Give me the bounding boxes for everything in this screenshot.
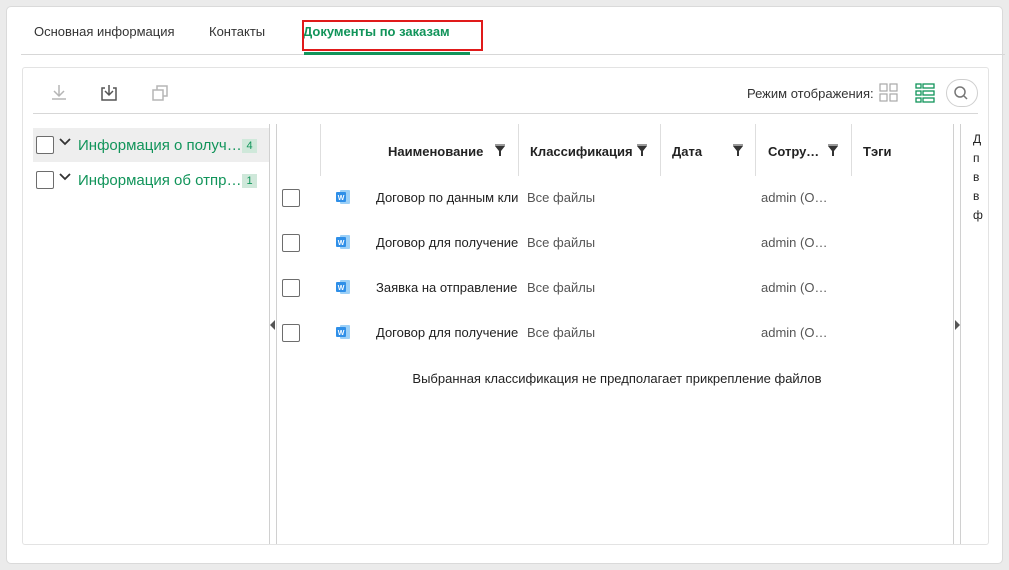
svg-text:W: W xyxy=(338,330,345,337)
table-row[interactable]: W Договор для получение Все файлы admin … xyxy=(278,221,956,266)
svg-text:W: W xyxy=(338,195,345,202)
grid-header: Наименование Классификация Дата Сотрудни… xyxy=(278,124,956,176)
tree-item-recipient-info[interactable]: Информация о получателе 4 xyxy=(33,128,269,162)
cell-employee: admin (О… xyxy=(761,280,828,295)
filter-icon[interactable] xyxy=(827,144,839,158)
documents-panel: Режим отображения: Информация о получате… xyxy=(22,67,989,545)
tree-item-label[interactable]: Информация об отправителе xyxy=(78,172,243,189)
tree-item-sender-info[interactable]: Информация об отправителе 1 xyxy=(33,163,269,197)
row-checkbox[interactable] xyxy=(282,234,300,252)
row-checkbox[interactable] xyxy=(282,324,300,342)
filter-icon[interactable] xyxy=(494,144,506,158)
tiles-view-icon[interactable] xyxy=(878,82,900,104)
table-row[interactable]: W Договор по данным клиента Все файлы ad… xyxy=(278,176,956,221)
classification-note: Выбранная классификация не предполагает … xyxy=(412,371,822,386)
side-panel-text: Д п в в ф xyxy=(973,132,983,222)
column-header-date[interactable]: Дата xyxy=(672,144,702,159)
toolbar-divider xyxy=(33,113,978,114)
tab-main-info[interactable]: Основная информация xyxy=(34,17,175,54)
copy-icon[interactable] xyxy=(149,82,171,104)
download-to-box-icon[interactable] xyxy=(98,82,120,104)
list-view-icon[interactable] xyxy=(914,82,936,104)
search-button[interactable] xyxy=(946,79,978,107)
search-icon xyxy=(954,86,968,100)
download-icon[interactable] xyxy=(48,82,70,104)
cell-name[interactable]: Договор для получение xyxy=(376,325,518,340)
cell-employee: admin (О… xyxy=(761,190,828,205)
collapse-right-icon[interactable] xyxy=(955,320,960,330)
tree-checkbox[interactable] xyxy=(36,171,54,189)
tree-checkbox[interactable] xyxy=(36,136,54,154)
svg-text:W: W xyxy=(338,285,345,292)
tree-item-label[interactable]: Информация о получателе xyxy=(78,137,243,154)
collapse-left-icon[interactable] xyxy=(270,320,275,330)
chevron-down-icon[interactable] xyxy=(58,135,72,149)
cell-classification: Все файлы xyxy=(527,190,596,205)
cell-employee: admin (О… xyxy=(761,325,828,340)
toolbar: Режим отображения: xyxy=(23,68,990,114)
cell-classification: Все файлы xyxy=(527,280,596,295)
column-header-classification[interactable]: Классификация xyxy=(530,144,633,159)
filter-icon[interactable] xyxy=(636,144,648,158)
tab-highlight-box xyxy=(302,20,483,51)
cell-classification: Все файлы xyxy=(527,325,596,340)
tab-bar: Основная информация Контакты Документы п… xyxy=(21,17,1005,55)
word-document-icon: W xyxy=(336,235,350,249)
right-splitter[interactable] xyxy=(952,124,962,544)
chevron-down-icon[interactable] xyxy=(58,170,72,184)
filter-icon[interactable] xyxy=(732,144,744,158)
table-row[interactable]: W Договор для получение Все файлы admin … xyxy=(278,311,956,356)
left-splitter[interactable] xyxy=(268,124,278,544)
column-header-employee[interactable]: Сотрудник xyxy=(768,144,820,159)
svg-text:W: W xyxy=(338,240,345,247)
word-document-icon: W xyxy=(336,325,350,339)
table-row[interactable]: W Заявка на отправление Все файлы admin … xyxy=(278,266,956,311)
view-mode-label: Режим отображения: xyxy=(747,86,874,101)
cell-employee: admin (О… xyxy=(761,235,828,250)
word-document-icon: W xyxy=(336,280,350,294)
column-header-name[interactable]: Наименование xyxy=(388,144,483,159)
cell-classification: Все файлы xyxy=(527,235,596,250)
row-checkbox[interactable] xyxy=(282,189,300,207)
word-document-icon: W xyxy=(336,190,350,204)
tab-contacts[interactable]: Контакты xyxy=(209,17,265,54)
count-badge: 1 xyxy=(242,174,257,188)
active-tab-indicator xyxy=(304,52,470,55)
column-header-tags[interactable]: Тэги xyxy=(863,144,892,159)
cell-name[interactable]: Заявка на отправление xyxy=(376,280,518,295)
row-checkbox[interactable] xyxy=(282,279,300,297)
cell-name[interactable]: Договор по данным клиента xyxy=(376,190,518,205)
cell-name[interactable]: Договор для получение xyxy=(376,235,518,250)
count-badge: 4 xyxy=(242,139,257,153)
